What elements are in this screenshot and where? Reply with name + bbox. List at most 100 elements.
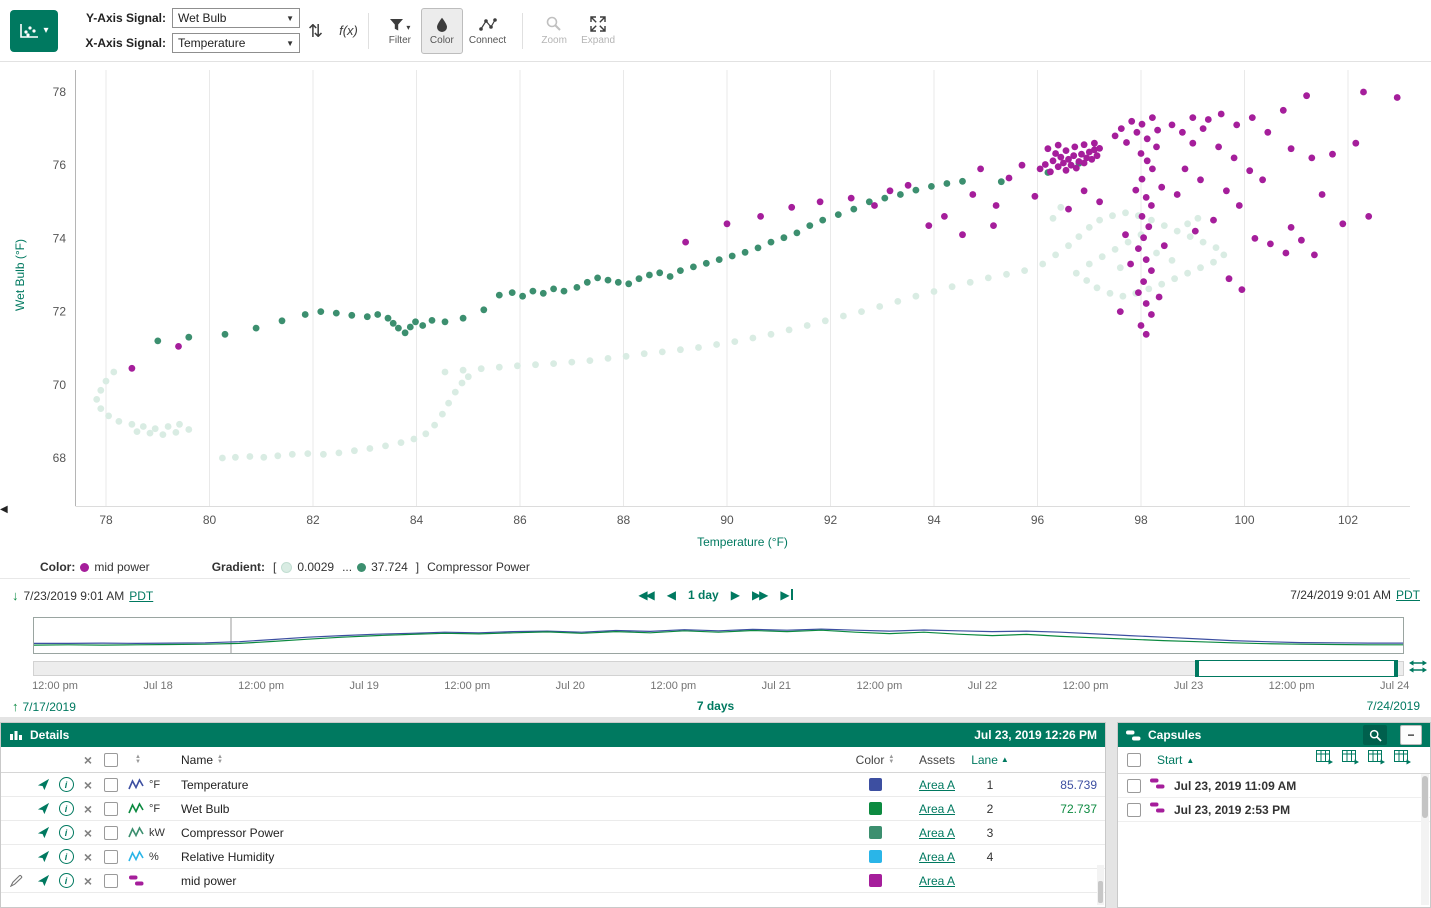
svg-text:96: 96 bbox=[1031, 513, 1045, 527]
assets-column-header[interactable]: Assets bbox=[907, 753, 967, 767]
step-back-much-icon[interactable]: ◀◀ bbox=[638, 589, 654, 601]
timeline-tick-label: 12:00 pm bbox=[32, 680, 78, 692]
swap-axes-icon[interactable]: ⇅ bbox=[308, 22, 323, 40]
color-swatch[interactable] bbox=[843, 826, 907, 839]
asset-link[interactable]: Area A bbox=[919, 874, 955, 888]
y-axis-title: Wet Bulb (°F) bbox=[13, 239, 27, 311]
color-column-header[interactable]: Color ▲▼ bbox=[843, 753, 907, 767]
pin-icon[interactable] bbox=[31, 826, 55, 839]
info-icon[interactable]: i bbox=[55, 825, 77, 840]
filter-button[interactable]: ▾ Filter bbox=[379, 8, 421, 54]
capsule-checkbox[interactable] bbox=[1127, 803, 1141, 817]
item-name[interactable]: mid power bbox=[181, 874, 843, 888]
info-icon[interactable]: i bbox=[55, 873, 77, 888]
step-forward-icon[interactable]: ▶ bbox=[731, 589, 740, 601]
row-checkbox[interactable] bbox=[99, 802, 123, 816]
row-checkbox[interactable] bbox=[99, 874, 123, 888]
color-swatch[interactable] bbox=[843, 874, 907, 887]
remove-icon[interactable]: × bbox=[77, 874, 99, 888]
select-all-capsules-checkbox[interactable] bbox=[1127, 753, 1141, 767]
investigate-time: Jul 23, 2019 12:26 PM bbox=[974, 728, 1097, 742]
capsule-checkbox[interactable] bbox=[1127, 779, 1141, 793]
asset-link[interactable]: Area A bbox=[919, 826, 955, 840]
remove-all-icon[interactable]: × bbox=[84, 753, 92, 767]
details-scrollbar[interactable] bbox=[1097, 865, 1104, 905]
scatter-chart[interactable]: 7880828486889092949698100102687072747678… bbox=[0, 62, 1431, 556]
color-swatch[interactable] bbox=[843, 778, 907, 791]
type-sort-icon[interactable]: ▲▼ bbox=[135, 755, 141, 765]
step-back-icon[interactable]: ◀ bbox=[667, 589, 676, 601]
droplet-icon bbox=[436, 17, 448, 32]
column-options-icon[interactable] bbox=[1394, 750, 1411, 770]
slider-selection[interactable] bbox=[1196, 660, 1397, 677]
pin-icon[interactable] bbox=[31, 874, 55, 887]
chevron-down-icon: ▼ bbox=[286, 39, 294, 48]
add-all-columns-icon[interactable] bbox=[1368, 750, 1385, 770]
step-to-end-icon[interactable]: ▶ bbox=[780, 589, 792, 601]
x-axis-select[interactable]: Temperature ▼ bbox=[172, 33, 300, 53]
lane-column-header[interactable]: Lane▲ bbox=[967, 753, 1013, 767]
timeline-slider[interactable] bbox=[33, 661, 1404, 676]
capsules-icon bbox=[1126, 729, 1141, 742]
range-fit-icon[interactable] bbox=[1409, 659, 1429, 679]
expand-button[interactable]: Expand bbox=[575, 8, 621, 54]
investigate-duration[interactable]: 7 days bbox=[0, 699, 1431, 713]
info-icon[interactable]: i bbox=[55, 849, 77, 864]
scatter-svg[interactable]: 7880828486889092949698100102687072747678… bbox=[0, 62, 1431, 556]
pin-icon[interactable] bbox=[31, 778, 55, 791]
function-button[interactable]: f(x) bbox=[339, 23, 358, 38]
timeline-tick-label: Jul 20 bbox=[556, 680, 585, 692]
remove-icon[interactable]: × bbox=[77, 826, 99, 840]
collapse-left-icon[interactable]: ◀ bbox=[0, 505, 8, 515]
color-swatch[interactable] bbox=[843, 850, 907, 863]
investigate-range-end[interactable]: 7/24/2019 bbox=[1367, 699, 1420, 713]
select-all-checkbox[interactable] bbox=[104, 753, 118, 767]
remove-icon[interactable]: × bbox=[77, 850, 99, 864]
name-column-header[interactable]: Name ▲▼ bbox=[181, 753, 843, 767]
step-forward-much-icon[interactable]: ▶▶ bbox=[752, 589, 768, 601]
pin-icon[interactable] bbox=[31, 850, 55, 863]
capsule-row[interactable]: Jul 23, 2019 2:53 PM bbox=[1118, 798, 1430, 822]
timezone-link[interactable]: PDT bbox=[1396, 588, 1420, 602]
capsule-row[interactable]: Jul 23, 2019 11:09 AM bbox=[1118, 774, 1430, 798]
item-name[interactable]: Wet Bulb bbox=[181, 802, 843, 816]
search-icon[interactable] bbox=[1363, 725, 1387, 745]
svg-text:102: 102 bbox=[1338, 513, 1358, 527]
display-range-end: 7/24/2019 9:01 AM bbox=[1290, 588, 1391, 602]
start-column-header[interactable]: Start▲ bbox=[1157, 753, 1194, 767]
info-icon[interactable]: i bbox=[55, 777, 77, 792]
step-size-label[interactable]: 1 day bbox=[688, 588, 719, 602]
capsules-title: Capsules bbox=[1148, 728, 1201, 742]
gradient-low-dot bbox=[281, 562, 292, 573]
overview-strip[interactable] bbox=[33, 617, 1404, 654]
details-rows: i×°FTemperatureArea A185.739i×°FWet Bulb… bbox=[1, 773, 1105, 893]
remove-icon[interactable]: × bbox=[77, 802, 99, 816]
row-checkbox[interactable] bbox=[99, 778, 123, 792]
remove-icon[interactable]: × bbox=[77, 778, 99, 792]
asset-link[interactable]: Area A bbox=[919, 850, 955, 864]
mid-power-dot bbox=[80, 563, 89, 572]
item-name[interactable]: Temperature bbox=[181, 778, 843, 792]
connect-button[interactable]: Connect bbox=[463, 8, 512, 54]
capsule-stats-icon[interactable] bbox=[1316, 750, 1333, 770]
y-axis-select[interactable]: Wet Bulb ▼ bbox=[172, 8, 300, 28]
item-name[interactable]: Relative Humidity bbox=[181, 850, 843, 864]
chart-type-button[interactable]: ▾ bbox=[10, 10, 58, 52]
add-column-icon[interactable] bbox=[1342, 750, 1359, 770]
row-checkbox[interactable] bbox=[99, 826, 123, 840]
info-icon[interactable]: i bbox=[55, 801, 77, 816]
svg-text:100: 100 bbox=[1234, 513, 1254, 527]
row-checkbox[interactable] bbox=[99, 850, 123, 864]
asset-link[interactable]: Area A bbox=[919, 778, 955, 792]
lane-value: 1 bbox=[967, 778, 1013, 792]
edit-icon[interactable] bbox=[1, 874, 31, 887]
asset-link[interactable]: Area A bbox=[919, 802, 955, 816]
color-swatch[interactable] bbox=[843, 802, 907, 815]
color-button[interactable]: Color bbox=[421, 8, 463, 54]
pin-icon[interactable] bbox=[31, 802, 55, 815]
capsules-scrollbar[interactable] bbox=[1421, 774, 1429, 905]
svg-text:90: 90 bbox=[720, 513, 734, 527]
item-name[interactable]: Compressor Power bbox=[181, 826, 843, 840]
signal-icon bbox=[123, 826, 149, 839]
collapse-panel-button[interactable]: − bbox=[1400, 725, 1422, 745]
